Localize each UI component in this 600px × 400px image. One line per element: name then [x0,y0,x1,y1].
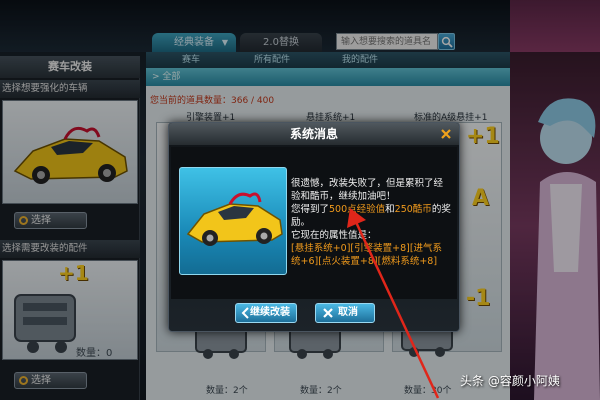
watermark: 头条 @容颜小阿姨 [460,374,560,388]
red-arrow-annotation [347,208,440,399]
